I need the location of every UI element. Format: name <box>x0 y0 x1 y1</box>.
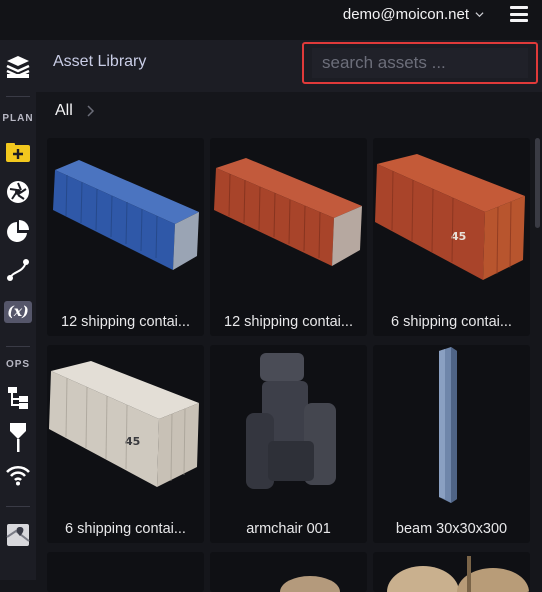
armchair-thumbnail <box>246 353 336 489</box>
path-icon[interactable] <box>0 256 36 284</box>
asset-card[interactable]: 45 6 shipping contai... <box>373 138 530 336</box>
asset-label: 6 shipping contai... <box>65 521 186 537</box>
shipping-container-thumbnail <box>53 160 199 270</box>
asset-card[interactable]: armchair 001 <box>210 345 367 543</box>
user-menu[interactable]: demo@moicon.net <box>343 6 484 23</box>
asset-card[interactable] <box>373 552 530 592</box>
asset-label: 12 shipping contai... <box>61 314 190 330</box>
plan-section-label: PLAN <box>2 113 34 124</box>
svg-text:45: 45 <box>125 435 140 448</box>
add-icon[interactable] <box>0 142 36 164</box>
asset-label: 12 shipping contai... <box>224 314 353 330</box>
sidebar: PLAN (x) OPS <box>0 40 36 580</box>
asset-card[interactable]: beam 30x30x300 <box>373 345 530 543</box>
breadcrumb-all[interactable]: All <box>55 102 73 120</box>
asset-card[interactable] <box>47 552 204 592</box>
aperture-icon[interactable] <box>0 178 36 206</box>
breadcrumb: All <box>55 102 95 120</box>
shipping-container-thumbnail: 45 <box>375 154 525 280</box>
chevron-right-icon <box>87 105 94 117</box>
variable-icon[interactable]: (x) <box>0 298 36 326</box>
pie-chart-icon[interactable] <box>0 218 36 246</box>
shipping-container-thumbnail <box>214 158 362 266</box>
hamburger-menu-icon[interactable] <box>510 6 528 22</box>
asset-label: beam 30x30x300 <box>395 521 508 537</box>
sidebar-divider <box>6 346 30 347</box>
search-input[interactable] <box>312 48 528 78</box>
scrollbar[interactable] <box>535 138 540 228</box>
map-icon[interactable] <box>0 520 36 550</box>
asset-thumbnail <box>387 556 529 592</box>
sidebar-divider <box>6 96 30 97</box>
asset-card[interactable]: 45 6 shipping contai... <box>47 345 204 543</box>
user-email: demo@moicon.net <box>342 6 469 23</box>
asset-card[interactable]: 12 shipping contai... <box>47 138 204 336</box>
shipping-container-thumbnail: 45 <box>49 361 199 487</box>
asset-label: armchair 001 <box>246 521 331 537</box>
asset-card[interactable] <box>210 552 367 592</box>
tree-icon[interactable] <box>0 384 36 412</box>
layers-icon[interactable] <box>0 50 36 86</box>
search-box <box>302 42 538 84</box>
wifi-icon[interactable] <box>0 460 36 490</box>
marker-icon[interactable] <box>0 420 36 454</box>
asset-label: 6 shipping contai... <box>391 314 512 330</box>
panel-title: Asset Library <box>53 53 147 70</box>
svg-text:45: 45 <box>451 230 466 243</box>
ops-section-label: OPS <box>5 359 31 370</box>
chevron-down-icon <box>475 12 484 18</box>
asset-card[interactable]: 12 shipping contai... <box>210 138 367 336</box>
asset-thumbnail <box>280 576 340 592</box>
sidebar-divider <box>6 506 30 507</box>
top-bar: demo@moicon.net <box>0 0 542 40</box>
beam-thumbnail <box>439 347 457 503</box>
